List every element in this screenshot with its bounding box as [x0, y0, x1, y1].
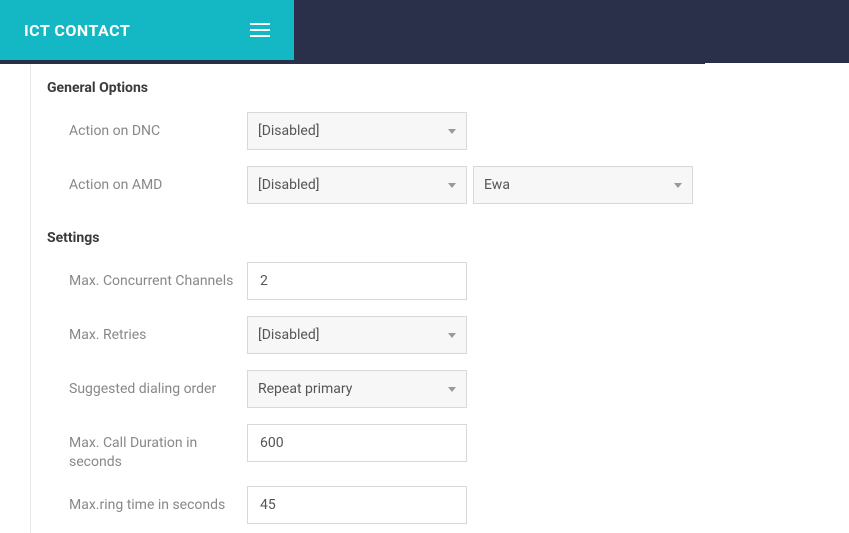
- topbar: ICT CONTACT: [0, 0, 849, 64]
- row-dialing-order: Suggested dialing order Repeat primary: [47, 370, 849, 410]
- input-max-call-duration[interactable]: [247, 424, 467, 462]
- row-max-retries: Max. Retries [Disabled]: [47, 316, 849, 356]
- label-dialing-order: Suggested dialing order: [47, 370, 247, 399]
- section-title-general: General Options: [47, 80, 849, 96]
- label-max-channels: Max. Concurrent Channels: [47, 262, 247, 291]
- row-max-call-duration: Max. Call Duration in seconds: [47, 424, 849, 472]
- select-value: [Disabled]: [258, 327, 319, 343]
- row-max-channels: Max. Concurrent Channels: [47, 262, 849, 302]
- select-action-dnc[interactable]: [Disabled]: [247, 112, 467, 150]
- label-max-retries: Max. Retries: [47, 316, 247, 345]
- label-max-ring-time: Max.ring time in seconds: [47, 486, 247, 515]
- chevron-down-icon: [448, 183, 456, 188]
- label-action-dnc: Action on DNC: [47, 112, 247, 141]
- select-action-amd-secondary[interactable]: Ewa: [473, 166, 693, 204]
- select-dialing-order[interactable]: Repeat primary: [247, 370, 467, 408]
- brand-tab: ICT CONTACT: [0, 0, 294, 60]
- row-action-dnc: Action on DNC [Disabled]: [47, 112, 849, 152]
- form-content: General Options Action on DNC [Disabled]…: [30, 64, 849, 533]
- input-max-ring-time[interactable]: [247, 486, 467, 524]
- chevron-down-icon: [674, 183, 682, 188]
- select-value: [Disabled]: [258, 177, 319, 193]
- chevron-down-icon: [448, 129, 456, 134]
- menu-icon[interactable]: [250, 23, 270, 37]
- input-max-channels[interactable]: [247, 262, 467, 300]
- chevron-down-icon: [448, 333, 456, 338]
- row-action-amd: Action on AMD [Disabled] Ewa: [47, 166, 849, 206]
- label-action-amd: Action on AMD: [47, 166, 247, 195]
- select-value: [Disabled]: [258, 123, 319, 139]
- row-max-ring-time: Max.ring time in seconds: [47, 486, 849, 526]
- brand-title: ICT CONTACT: [24, 21, 130, 40]
- chevron-down-icon: [448, 387, 456, 392]
- select-action-amd[interactable]: [Disabled]: [247, 166, 467, 204]
- section-title-settings: Settings: [47, 230, 849, 246]
- select-max-retries[interactable]: [Disabled]: [247, 316, 467, 354]
- label-max-call-duration: Max. Call Duration in seconds: [47, 424, 247, 472]
- select-value: Repeat primary: [258, 381, 352, 397]
- select-value: Ewa: [484, 177, 510, 193]
